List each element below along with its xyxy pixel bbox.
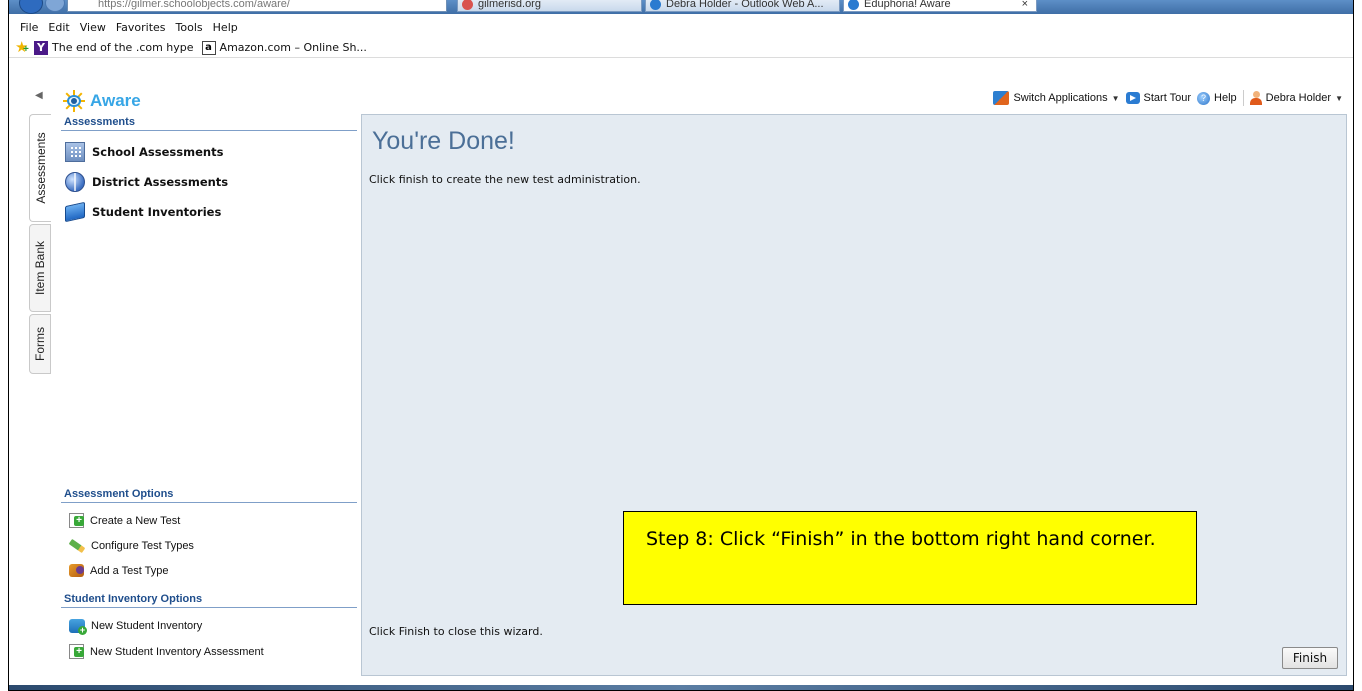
menu-favorites[interactable]: Favorites bbox=[111, 18, 171, 38]
app-logo: Aware bbox=[61, 90, 141, 112]
amazon-icon: a bbox=[201, 40, 216, 55]
app-logo-text: Aware bbox=[90, 91, 141, 110]
switch-applications-button[interactable]: Switch Applications ▼ bbox=[993, 91, 1120, 105]
header-actions: Switch Applications ▼ Start Tour ? Help … bbox=[993, 90, 1343, 106]
tab-close-icon[interactable]: × bbox=[1022, 0, 1028, 11]
app-header: ◀ Aware Switch Applications ▼ Start Tour… bbox=[9, 60, 1353, 112]
option-label: Add a Test Type bbox=[90, 564, 169, 577]
wizard-description: Click finish to create the new test admi… bbox=[369, 173, 641, 186]
configure-test-types-link[interactable]: Configure Test Types bbox=[68, 538, 194, 554]
address-bar[interactable]: https://gilmer.schoolobjects.com/aware/ bbox=[67, 0, 447, 12]
tab-assessments-label: Assessments bbox=[33, 132, 48, 204]
divider bbox=[1242, 90, 1244, 106]
new-student-inventory-link[interactable]: New Student Inventory bbox=[69, 619, 203, 635]
menu-bar: File Edit View Favorites Tools Help bbox=[9, 18, 1353, 38]
create-new-test-link[interactable]: Create a New Test bbox=[69, 513, 180, 528]
sidebar-item-student-inventories[interactable]: Student Inventories bbox=[65, 201, 222, 223]
option-label: Configure Test Types bbox=[91, 540, 194, 552]
help-label: Help bbox=[1214, 92, 1237, 104]
switch-applications-label: Switch Applications bbox=[1013, 92, 1108, 104]
switch-applications-icon bbox=[993, 91, 1010, 105]
start-tour-icon bbox=[1125, 92, 1140, 104]
document-add-icon bbox=[69, 513, 84, 528]
new-student-inventory-assessment-link[interactable]: New Student Inventory Assessment bbox=[69, 644, 264, 659]
sidebar-item-label: Student Inventories bbox=[92, 205, 222, 219]
chevron-down-icon: ▼ bbox=[1111, 93, 1120, 103]
tab-label: Eduphoria! Aware bbox=[864, 0, 951, 10]
menu-view[interactable]: View bbox=[75, 18, 111, 38]
favorite-link[interactable]: Y The end of the .com hype bbox=[34, 40, 194, 55]
help-button[interactable]: ? Help bbox=[1197, 91, 1237, 105]
browser-tab-strip: https://gilmer.schoolobjects.com/aware/ … bbox=[9, 0, 1353, 14]
document-frame: https://gilmer.schoolobjects.com/aware/ … bbox=[8, 0, 1354, 691]
option-label: New Student Inventory Assessment bbox=[90, 645, 264, 658]
favorite-label: Amazon.com – Online Sh... bbox=[219, 41, 367, 54]
add-test-type-icon bbox=[69, 564, 84, 577]
instruction-callout: Step 8: Click “Finish” in the bottom rig… bbox=[623, 511, 1197, 605]
browser-tab[interactable]: gilmerisd.org bbox=[457, 0, 642, 12]
option-label: New Student Inventory bbox=[91, 620, 203, 632]
browser-tab[interactable]: Debra Holder - Outlook Web A... bbox=[645, 0, 840, 12]
menu-help[interactable]: Help bbox=[208, 18, 243, 38]
assessments-section-heading: Assessments bbox=[61, 114, 357, 131]
add-test-type-link[interactable]: Add a Test Type bbox=[69, 564, 168, 577]
sidebar-item-label: School Assessments bbox=[92, 145, 224, 159]
finish-button[interactable]: Finish bbox=[1282, 647, 1338, 669]
tab-assessments[interactable]: Assessments bbox=[29, 114, 51, 222]
document-add-icon bbox=[69, 644, 84, 659]
tab-item-bank[interactable]: Item Bank bbox=[29, 224, 51, 312]
favorites-bar: Y The end of the .com hype a Amazon.com … bbox=[9, 38, 1353, 58]
tab-item-bank-label: Item Bank bbox=[33, 240, 47, 296]
start-tour-label: Start Tour bbox=[1143, 92, 1192, 104]
user-name: Debra Holder bbox=[1265, 92, 1332, 104]
user-menu[interactable]: Debra Holder ▼ bbox=[1249, 91, 1343, 105]
browser-tab-active[interactable]: Eduphoria! Aware × bbox=[843, 0, 1037, 12]
student-inventory-options-heading: Student Inventory Options bbox=[61, 591, 357, 608]
tab-forms[interactable]: Forms bbox=[29, 314, 51, 374]
assessment-options-heading: Assessment Options bbox=[61, 486, 357, 503]
user-icon bbox=[1249, 91, 1262, 105]
eye-logo-icon bbox=[61, 90, 87, 112]
help-icon: ? bbox=[1197, 91, 1211, 105]
sidebar-item-school-assessments[interactable]: School Assessments bbox=[65, 142, 223, 162]
tab-label: gilmerisd.org bbox=[478, 0, 541, 10]
menu-file[interactable]: File bbox=[15, 18, 43, 38]
page-title: You're Done! bbox=[372, 127, 515, 155]
inventory-add-icon bbox=[69, 619, 87, 635]
tab-favicon-icon bbox=[462, 0, 473, 10]
forward-button[interactable] bbox=[45, 0, 65, 12]
menu-edit[interactable]: Edit bbox=[43, 18, 74, 38]
tab-favicon-icon bbox=[650, 0, 661, 10]
start-tour-button[interactable]: Start Tour bbox=[1125, 92, 1192, 104]
pencil-icon bbox=[68, 538, 86, 554]
favorite-label: The end of the .com hype bbox=[52, 41, 194, 54]
option-label: Create a New Test bbox=[90, 514, 181, 527]
yahoo-icon: Y bbox=[34, 40, 48, 55]
tab-favicon-icon bbox=[848, 0, 859, 10]
wizard-close-hint: Click Finish to close this wizard. bbox=[369, 625, 543, 638]
collapse-panel-icon[interactable]: ◀ bbox=[35, 90, 43, 101]
add-favorite-icon[interactable] bbox=[15, 38, 30, 56]
building-icon bbox=[65, 142, 85, 162]
sidebar: Assessments School Assessments District … bbox=[61, 114, 357, 680]
taskbar-strip bbox=[9, 685, 1353, 690]
menu-tools[interactable]: Tools bbox=[171, 18, 208, 38]
globe-icon bbox=[65, 172, 85, 192]
favorite-link[interactable]: a Amazon.com – Online Sh... bbox=[201, 40, 367, 55]
sidebar-item-label: District Assessments bbox=[92, 175, 229, 189]
back-button[interactable] bbox=[19, 0, 43, 14]
tab-label: Debra Holder - Outlook Web A... bbox=[666, 0, 824, 10]
book-icon bbox=[65, 201, 85, 223]
chevron-down-icon: ▼ bbox=[1335, 93, 1343, 103]
tab-forms-label: Forms bbox=[33, 327, 47, 361]
sidebar-item-district-assessments[interactable]: District Assessments bbox=[65, 172, 228, 192]
